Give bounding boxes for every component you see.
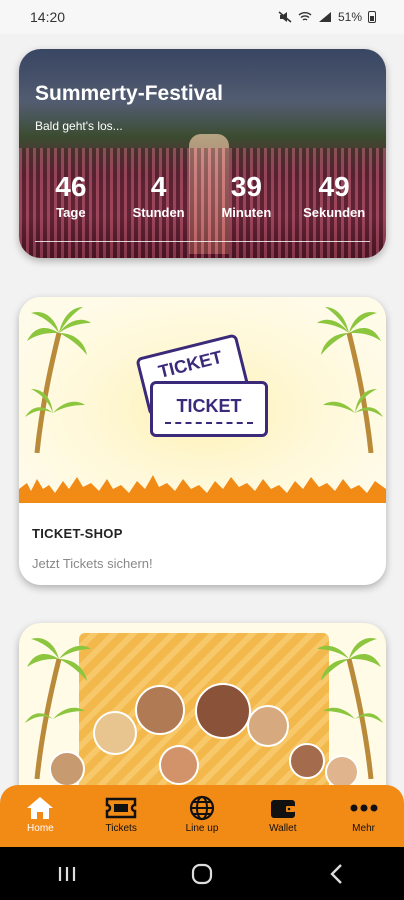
- festival-title: Summerty-Festival: [35, 82, 223, 105]
- countdown-value: 46: [55, 171, 87, 202]
- countdown-label: Sekunden: [303, 205, 366, 220]
- ticket-front-text: TICKET: [176, 396, 242, 416]
- divider-line: [35, 241, 370, 242]
- countdown-minutes: 39 Minuten: [205, 171, 287, 220]
- globe-icon: [189, 795, 215, 821]
- status-icons: 51%: [278, 10, 376, 24]
- artist-photo: [93, 711, 137, 755]
- more-icon: [350, 804, 378, 812]
- bottom-navigation: Home Tickets Line up Wallet Mehr: [0, 785, 404, 847]
- nav-item-tickets[interactable]: Tickets: [81, 795, 161, 834]
- signal-icon: [318, 12, 331, 22]
- festival-countdown-card[interactable]: Summerty-Festival Bald geht's los... 46 …: [19, 49, 386, 258]
- artist-photo: [289, 743, 325, 779]
- system-navigation-bar: [0, 847, 404, 900]
- battery-percent: 51%: [337, 10, 362, 24]
- ticket-illustration: TICKET TICKET: [19, 297, 386, 503]
- countdown-days: 46 Tage: [30, 171, 112, 220]
- recent-apps-button[interactable]: [37, 859, 97, 889]
- artist-photo: [195, 683, 251, 739]
- ticket-back-text: TICKET: [156, 346, 225, 382]
- countdown-value: 39: [230, 171, 262, 202]
- nav-label: Home: [27, 823, 54, 834]
- countdown-value: 4: [150, 171, 167, 202]
- artist-photo: [247, 705, 289, 747]
- ticket-shop-card[interactable]: TICKET TICKET TICKET-SHOP Jetzt Tickets …: [19, 297, 386, 585]
- palm-tree-icon: [25, 307, 91, 453]
- countdown-seconds: 49 Sekunden: [293, 171, 375, 220]
- nav-label: Wallet: [269, 823, 297, 834]
- nav-item-lineup[interactable]: Line up: [162, 795, 242, 834]
- palm-tree-icon: [317, 307, 383, 453]
- ticket-shop-heading: TICKET-SHOP: [32, 526, 123, 541]
- countdown-hours: 4 Stunden: [118, 171, 200, 220]
- back-arrow-icon: [329, 863, 342, 884]
- nav-label: Tickets: [105, 823, 137, 834]
- ticket-shop-subtitle: Jetzt Tickets sichern!: [32, 556, 153, 571]
- artist-photo: [325, 755, 359, 789]
- status-time: 14:20: [30, 9, 66, 25]
- battery-icon: [368, 11, 376, 23]
- countdown-label: Stunden: [132, 205, 185, 220]
- nav-item-home[interactable]: Home: [0, 795, 80, 834]
- recent-apps-icon: [59, 866, 76, 881]
- home-button[interactable]: [172, 859, 232, 889]
- status-bar: 14:20 51%: [0, 0, 404, 34]
- nav-item-more[interactable]: Mehr: [324, 795, 404, 834]
- home-icon: [27, 797, 54, 819]
- artist-photo: [49, 751, 85, 787]
- nav-label: Mehr: [352, 823, 375, 834]
- festival-subtitle: Bald geht's los...: [35, 119, 123, 133]
- home-circle-icon: [191, 863, 213, 884]
- countdown: 46 Tage 4 Stunden 39 Minuten 49 Sekunden: [19, 171, 386, 220]
- wifi-icon: [298, 12, 312, 21]
- crowd-silhouette: [19, 475, 386, 503]
- countdown-label: Tage: [56, 205, 86, 220]
- artist-photo: [135, 685, 185, 735]
- mute-icon: [278, 11, 292, 23]
- countdown-label: Minuten: [221, 205, 272, 220]
- nav-label: Line up: [185, 823, 219, 834]
- ticket-icon: [105, 797, 137, 819]
- ticket-card-body: TICKET-SHOP Jetzt Tickets sichern!: [19, 503, 386, 585]
- countdown-value: 49: [318, 171, 350, 202]
- back-button[interactable]: [307, 859, 367, 889]
- nav-item-wallet[interactable]: Wallet: [243, 795, 323, 834]
- wallet-icon: [270, 800, 295, 818]
- ticket-front-graphic: TICKET: [150, 381, 268, 437]
- artist-photo: [159, 745, 199, 785]
